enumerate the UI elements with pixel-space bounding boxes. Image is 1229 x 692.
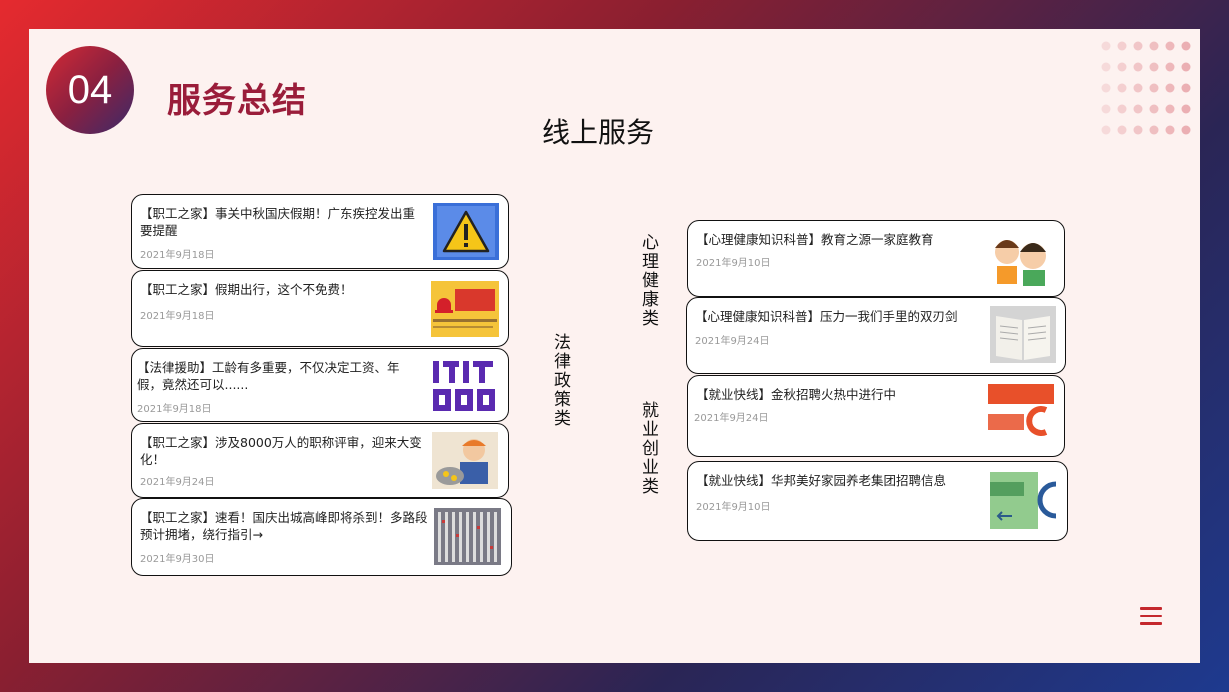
article-card[interactable]: 【心理健康知识科普】压力一我们手里的双刃剑 2021年9月24日 [686, 297, 1066, 374]
article-title: 【就业快线】金秋招聘火热中进行中 [696, 387, 897, 402]
category-label-employment: 就业创业类 [638, 401, 658, 496]
category-label-law: 法律政策类 [550, 333, 570, 428]
traffic-photo [434, 508, 501, 565]
article-title: 【职工之家】涉及8000万人的职称评审，迎来大变化！ [140, 435, 422, 467]
article-card[interactable]: 【职工之家】速看！国庆出城高峰即将杀到！多路段预计拥堵，绕行指引→ 2021年9… [131, 498, 512, 576]
page-title: 服务总结 [167, 81, 307, 121]
article-card[interactable]: 【就业快线】华邦美好家园养老集团招聘信息 2021年9月10日 [687, 461, 1068, 541]
article-date: 2021年9月24日 [695, 336, 770, 347]
section-number-badge: 04 [46, 46, 134, 134]
article-date: 2021年9月30日 [140, 554, 215, 565]
article-date: 2021年9月24日 [694, 413, 769, 424]
article-card[interactable]: 【心理健康知识科普】教育之源一家庭教育 2021年9月10日 [687, 220, 1065, 297]
article-date: 2021年9月18日 [140, 250, 215, 261]
article-date: 2021年9月10日 [696, 502, 771, 513]
article-card[interactable]: 【职工之家】事关中秋国庆假期！广东疾控发出重要提醒 2021年9月18日 [131, 194, 509, 269]
article-card[interactable]: 【法律援助】工龄有多重要，不仅决定工资、年假，竟然还可以...... 2021年… [131, 348, 509, 422]
page-subtitle: 线上服务 [542, 116, 655, 149]
law-banner [431, 357, 499, 415]
article-title: 【职工之家】假期出行，这个不免费！ [140, 282, 353, 297]
article-card[interactable]: 【职工之家】假期出行，这个不免费！ 2021年9月18日 [131, 270, 509, 347]
cartoon-worker [432, 432, 498, 489]
article-card[interactable]: 【职工之家】涉及8000万人的职称评审，迎来大变化！ 2021年9月24日 [131, 423, 509, 498]
alert-banner [431, 281, 499, 337]
article-title: 【职工之家】速看！国庆出城高峰即将杀到！多路段预计拥堵，绕行指引→ [140, 510, 428, 542]
book-photo [990, 306, 1056, 363]
article-date: 2021年9月18日 [137, 404, 212, 415]
article-title: 【心理健康知识科普】教育之源一家庭教育 [696, 232, 934, 247]
article-title: 【心理健康知识科普】压力一我们手里的双刃剑 [695, 309, 958, 324]
section-number: 04 [67, 67, 113, 112]
slide: 04 服务总结 线上服务 【职工之家】事关中秋国庆假期！广东疾控发出重要提醒 2… [29, 29, 1200, 663]
article-card[interactable]: 【就业快线】金秋招聘火热中进行中 2021年9月24日 [687, 375, 1065, 457]
article-title: 【职工之家】事关中秋国庆假期！广东疾控发出重要提醒 [140, 206, 416, 238]
green-banner [990, 472, 1056, 529]
article-title: 【就业快线】华邦美好家园养老集团招聘信息 [696, 473, 947, 488]
article-date: 2021年9月24日 [140, 477, 215, 488]
category-label-mental-health: 心理健康类 [638, 233, 658, 328]
recruit-banner [988, 384, 1054, 448]
warning-icon [433, 203, 499, 260]
article-title: 【法律援助】工龄有多重要，不仅决定工资、年假，竟然还可以...... [137, 360, 400, 392]
hamburger-menu-icon[interactable] [1140, 607, 1162, 625]
family-cartoon [989, 230, 1057, 288]
article-date: 2021年9月18日 [140, 311, 215, 322]
article-date: 2021年9月10日 [696, 258, 771, 269]
decorative-dots [1101, 41, 1191, 135]
